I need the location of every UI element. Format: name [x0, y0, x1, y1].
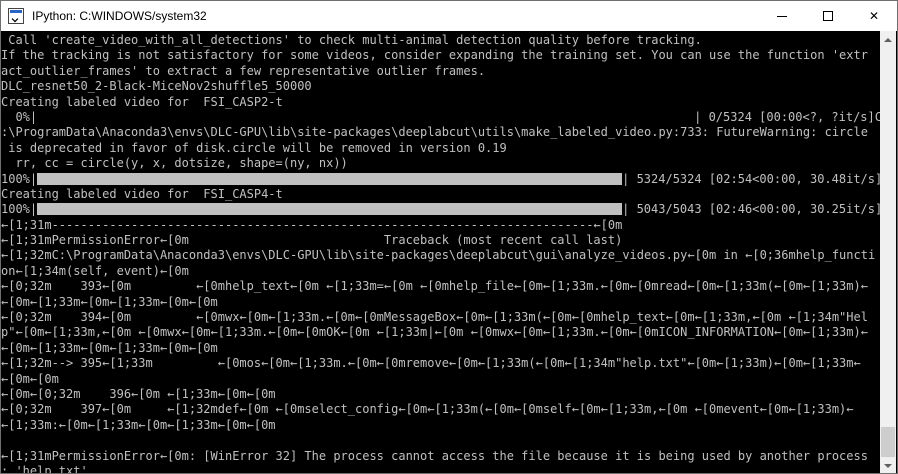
console-line-text: on←[1;34m(self, event)←[0m [1, 263, 189, 278]
console-line-text: ←[1;32m--> 395←[1;33m ←[0mos←[0m←[1;33m.… [1, 356, 861, 371]
console-line: ←[1;33m:←[0m←[1;33m←[0m←[1;33m←[0m←[0m [1, 418, 881, 433]
console-line: ←[0;32m 397←[0m ←[1;32mdef←[0m ←[0mselec… [1, 402, 881, 417]
maximize-icon [823, 11, 833, 21]
close-button[interactable]: ✕ [851, 1, 897, 31]
minimize-button[interactable] [759, 1, 805, 31]
console-line: ←[0;32m 394←[0m ←[0mwx←[0m←[1;33m.←[0m←[… [1, 310, 881, 325]
console-line: rr, cc = circle(y, x, dotsize, shape=(ny… [1, 156, 881, 171]
window-title: IPython: C:WINDOWS/system32 [32, 9, 207, 23]
progress-bar-fill [37, 172, 623, 185]
console-line-text: ←[0m←[0;32m 396←[0m ←[1;33m←[0m←[0m [1, 386, 276, 401]
close-icon: ✕ [868, 9, 880, 23]
console-line-text: rr, cc = circle(y, x, dotsize, shape=(ny… [1, 156, 348, 171]
console-line: ←[0m←[0m [1, 372, 881, 387]
console-line: ←[0m←[1;33m←[0m←[1;33m←[0m←[0m [1, 341, 881, 356]
console-line: ←[1;31m---------------------------------… [1, 218, 881, 233]
console-line-text: 100%| [1, 171, 38, 186]
ipython-console-window: IPython: C:WINDOWS/system32 ✕ Call 'crea… [0, 0, 898, 474]
title-bar[interactable]: IPython: C:WINDOWS/system32 ✕ [1, 1, 897, 31]
console-line: is deprecated in favor of disk.circle wi… [1, 141, 881, 156]
progress-status: | 5324/5324 [02:54<00:00, 30.48it/s] [622, 171, 881, 186]
console-line: on←[1;34m(self, event)←[0m [1, 264, 881, 279]
console-line-text: ←[0m←[1;33m←[0m←[1;33m←[0m←[0m [1, 340, 218, 355]
vertical-scrollbar[interactable] [880, 31, 896, 473]
console-line: Creating labeled video for FSI_CASP2-t [1, 95, 881, 110]
console-line-text: ←[1;33m:←[0m←[1;33m←[0m←[1;33m←[0m←[0m [1, 417, 276, 432]
console-line: :\ProgramData\Anaconda3\envs\DLC-GPU\lib… [1, 125, 881, 140]
console-line: Call 'create_video_with_all_detections' … [1, 33, 881, 48]
progress-bar-fill [37, 203, 623, 216]
scrollbar-thumb[interactable] [881, 427, 895, 457]
console-line-text: DLC_resnet50_2-Black-MiceNov2shuffle5_50… [1, 79, 312, 94]
minimize-icon [777, 15, 787, 17]
console-line-text: p"←[0m←[1;33m,←[0m ←[0mwx←[0m←[1;33m.←[0… [1, 325, 868, 340]
console-line-text: 100%| [1, 202, 38, 217]
console-line: 100%| | 5324/5324 [02:54<00:00, 30.48it/s… [1, 172, 881, 187]
console-line-text: act_outlier_frames' to extract a few rep… [1, 63, 486, 78]
console-line-text: ←[1;31mPermissionError←[0m: [WinError 32… [1, 448, 868, 463]
console-line: act_outlier_frames' to extract a few rep… [1, 64, 881, 79]
scroll-up-button[interactable] [880, 31, 896, 48]
console-line-text: : 'help.txt' [1, 463, 88, 474]
console-line: DLC_resnet50_2-Black-MiceNov2shuffle5_50… [1, 79, 881, 94]
progress-status: | 0/5324 [00:00<?, ?it/s]C [694, 109, 881, 124]
console-line: ←[1;32mC:\ProgramData\Anaconda3\envs\DLC… [1, 248, 881, 263]
console-line: 0%| | 0/5324 [00:00<?, ?it/s]C [1, 110, 881, 125]
console-line-text: :\ProgramData\Anaconda3\envs\DLC-GPU\lib… [1, 125, 868, 140]
console-line: ←[0m←[0;32m 396←[0m ←[1;33m←[0m←[0m [1, 387, 881, 402]
console-line-text: ←[0;32m 393←[0m ←[0mhelp_text←[0m ←[1;33… [1, 279, 868, 294]
console-line: ←[1;31mPermissionError←[0m Traceback (mo… [1, 233, 881, 248]
console-line-text: Call 'create_video_with_all_detections' … [1, 33, 702, 47]
console-line: ←[0m←[1;33m←[0m←[1;33m←[0m←[0m [1, 295, 881, 310]
console-line-text: Creating labeled video for FSI_CASP2-t [1, 94, 283, 109]
console-app-icon [8, 8, 24, 24]
console-line: ←[0;32m 393←[0m ←[0mhelp_text←[0m ←[1;33… [1, 279, 881, 294]
progress-status: | 5043/5043 [02:46<00:00, 30.25it/s] [622, 202, 881, 217]
caption-buttons: ✕ [759, 1, 897, 31]
scroll-down-button[interactable] [880, 457, 896, 473]
console-line: ←[1;32m--> 395←[1;33m ←[0mos←[0m←[1;33m.… [1, 356, 881, 371]
console-line: : 'help.txt' [1, 463, 881, 474]
console-line: Creating labeled video for FSI_CASP4-t [1, 187, 881, 202]
console-line-text: is deprecated in favor of disk.circle wi… [1, 140, 507, 155]
console-line-text: 0%| [1, 109, 38, 124]
console-line-text: If the tracking is not satisfactory for … [1, 48, 868, 63]
console-line-text: ←[0;32m 394←[0m ←[0mwx←[0m←[1;33m.←[0m←[… [1, 310, 868, 325]
console-line-text: Creating labeled video for FSI_CASP4-t [1, 186, 283, 201]
console-line-text: ←[1;32mC:\ProgramData\Anaconda3\envs\DLC… [1, 248, 876, 263]
console-line-text: ←[0m←[0m [1, 371, 59, 386]
console-line: 100%| | 5043/5043 [02:46<00:00, 30.25it/s… [1, 202, 881, 217]
chevron-up-icon [884, 37, 892, 42]
maximize-button[interactable] [805, 1, 851, 31]
console-line-text: ←[0m←[1;33m←[0m←[1;33m←[0m←[0m [1, 294, 218, 309]
console-line: If the tracking is not satisfactory for … [1, 48, 881, 63]
console-line-text: ←[0;32m 397←[0m ←[1;32mdef←[0m ←[0mselec… [1, 402, 854, 417]
console-line: ←[1;31mPermissionError←[0m: [WinError 32… [1, 449, 881, 464]
chevron-down-icon [884, 463, 892, 468]
console-line-text: ←[1;31m---------------------------------… [1, 217, 623, 232]
console-line-text: ←[1;31mPermissionError←[0m Traceback (mo… [1, 233, 623, 248]
console-line: p"←[0m←[1;33m,←[0m ←[0mwx←[0m←[1;33m.←[0… [1, 325, 881, 340]
console-output[interactable]: Call 'create_video_with_all_detections' … [1, 31, 881, 474]
